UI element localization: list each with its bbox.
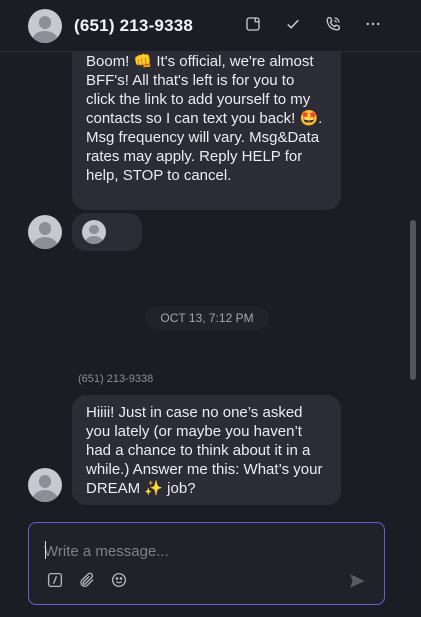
contact-avatar[interactable] [28,8,62,43]
message-bubble: Hiiii! Just in case no one’s asked you l… [72,395,341,505]
sender-avatar [28,215,62,249]
message-text: Hiiii! Just in case no one’s asked you l… [86,404,323,497]
emoji-icon[interactable] [110,571,128,589]
add-note-icon[interactable] [241,12,265,36]
scrollbar-thumb[interactable] [410,220,416,380]
message-composer [28,522,385,605]
date-divider: OCT 13, 7:12 PM [145,306,269,330]
slash-command-icon[interactable] [46,571,64,589]
contact-name[interactable]: (651) 213-9338 [74,16,193,36]
sender-avatar [28,468,62,502]
sender-label: (651) 213-9338 [78,373,154,385]
message-bubble: Boom! 👊 It's official, we're almost BFF'… [72,52,341,210]
phone-icon[interactable] [321,12,345,36]
text-caret [45,541,46,559]
check-icon[interactable] [281,12,305,36]
conversation-panel: (651) 213-9338 Boom! 👊 It's official, we… [0,0,421,617]
contact-card-avatar [82,220,106,244]
send-icon[interactable] [348,572,366,590]
message-list[interactable]: Boom! 👊 It's official, we're almost BFF'… [0,52,408,514]
more-icon[interactable] [361,12,385,36]
conversation-header: (651) 213-9338 [0,0,421,52]
composer-tools [46,571,128,589]
message-input[interactable] [44,541,344,561]
header-actions [241,12,385,36]
scrollbar[interactable] [408,52,421,514]
contact-card-bubble[interactable] [72,213,142,251]
attachment-icon[interactable] [78,571,96,589]
message-text: Boom! 👊 It's official, we're almost BFF'… [86,53,323,184]
